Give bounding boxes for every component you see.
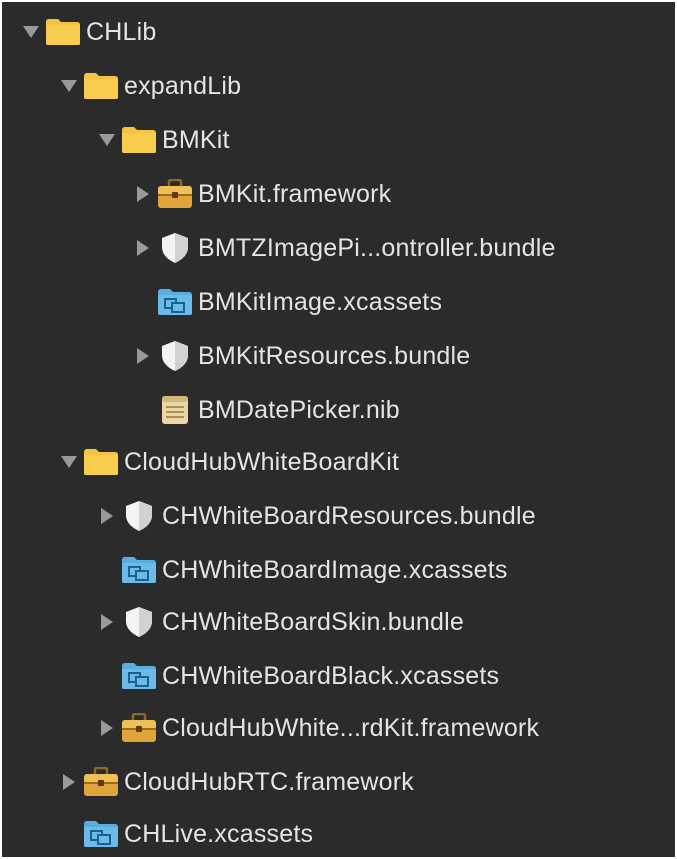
asset-catalog-icon (120, 548, 158, 592)
disclosure-expanded-icon[interactable] (18, 10, 44, 54)
tree-row-chwhiteboardimage-xcassets[interactable]: CHWhiteBoardImage.xcassets (94, 548, 508, 592)
asset-catalog-icon (82, 812, 120, 856)
tree-row-chwhiteboardblack-xcassets[interactable]: CHWhiteBoardBlack.xcassets (94, 654, 499, 698)
tree-row-bmdatepicker-nib[interactable]: BMDatePicker.nib (130, 388, 400, 432)
tree-row-expandlib[interactable]: expandLib (56, 64, 241, 108)
tree-item-label: CHWhiteBoardResources.bundle (162, 502, 536, 530)
tree-item-label: expandLib (124, 72, 242, 100)
disclosure-collapsed-icon[interactable] (130, 334, 156, 378)
tree-row-bmkitimage-xcassets[interactable]: BMKitImage.xcassets (130, 280, 442, 324)
project-navigator: CHLib expandLib BMKit BMKit.framework BM… (2, 2, 675, 857)
tree-item-label: BMKitImage.xcassets (198, 288, 443, 316)
tree-item-label: BMKit.framework (198, 180, 392, 208)
disclosure-expanded-icon[interactable] (94, 118, 120, 162)
tree-item-label: CHWhiteBoardBlack.xcassets (162, 662, 500, 690)
folder-icon (120, 118, 158, 162)
tree-row-bmkitresources-bundle[interactable]: BMKitResources.bundle (130, 334, 470, 378)
framework-toolbox-icon (156, 172, 194, 216)
tree-row-cloudhubwhiteboardkit-framework[interactable]: CloudHubWhite...rdKit.framework (94, 706, 539, 750)
disclosure-collapsed-icon[interactable] (94, 494, 120, 538)
nib-file-icon (156, 388, 194, 432)
bundle-shield-icon (156, 334, 194, 378)
tree-item-label: CloudHubRTC.framework (124, 768, 414, 796)
asset-catalog-icon (120, 654, 158, 698)
tree-row-bmtzimagepicker-bundle[interactable]: BMTZImagePi...ontroller.bundle (130, 226, 556, 270)
folder-icon (82, 440, 120, 484)
disclosure-expanded-icon[interactable] (56, 64, 82, 108)
folder-icon (44, 10, 82, 54)
framework-toolbox-icon (82, 760, 120, 804)
framework-toolbox-icon (120, 706, 158, 750)
disclosure-collapsed-icon[interactable] (130, 172, 156, 216)
tree-row-chlib[interactable]: CHLib (18, 10, 156, 54)
bundle-shield-icon (156, 226, 194, 270)
tree-item-label: BMDatePicker.nib (198, 396, 400, 424)
tree-row-chwhiteboardresources-bundle[interactable]: CHWhiteBoardResources.bundle (94, 494, 536, 538)
tree-row-chwhiteboardskin-bundle[interactable]: CHWhiteBoardSkin.bundle (94, 600, 464, 644)
tree-item-label: CloudHubWhite...rdKit.framework (162, 714, 540, 742)
disclosure-collapsed-icon[interactable] (94, 600, 120, 644)
folder-icon (82, 64, 120, 108)
tree-row-cloudhubrtc-framework[interactable]: CloudHubRTC.framework (56, 760, 414, 804)
bundle-shield-icon (120, 600, 158, 644)
tree-item-label: CHLib (86, 18, 157, 46)
tree-row-bmkit-framework[interactable]: BMKit.framework (130, 172, 391, 216)
disclosure-collapsed-icon[interactable] (130, 226, 156, 270)
asset-catalog-icon (156, 280, 194, 324)
tree-row-bmkit[interactable]: BMKit (94, 118, 230, 162)
tree-item-label: CHWhiteBoardSkin.bundle (162, 608, 464, 636)
bundle-shield-icon (120, 494, 158, 538)
tree-item-label: CloudHubWhiteBoardKit (124, 448, 400, 476)
tree-item-label: CHWhiteBoardImage.xcassets (162, 556, 508, 584)
tree-row-cloudhubwhiteboardkit[interactable]: CloudHubWhiteBoardKit (56, 440, 399, 484)
tree-item-label: BMKitResources.bundle (198, 342, 471, 370)
disclosure-expanded-icon[interactable] (56, 440, 82, 484)
tree-row-chlive-xcassets[interactable]: CHLive.xcassets (56, 812, 313, 856)
tree-item-label: CHLive.xcassets (124, 820, 314, 848)
tree-item-label: BMTZImagePi...ontroller.bundle (198, 234, 556, 262)
disclosure-collapsed-icon[interactable] (94, 706, 120, 750)
disclosure-collapsed-icon[interactable] (56, 760, 82, 804)
tree-item-label: BMKit (162, 126, 230, 154)
